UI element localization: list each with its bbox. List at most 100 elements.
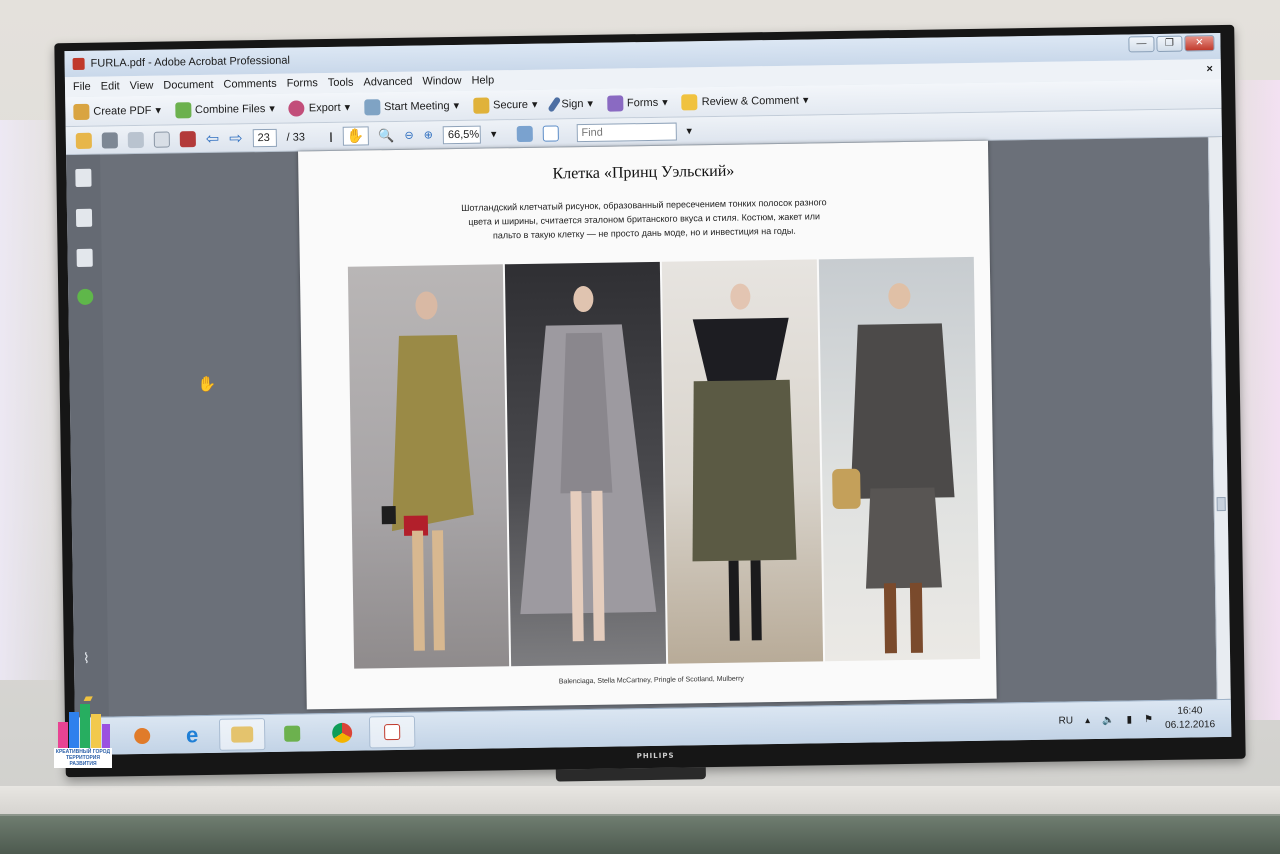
city-buildings-logo-icon — [58, 704, 110, 752]
menu-help[interactable]: Help — [471, 74, 494, 86]
window-controls: — ❐ ✕ — [1128, 35, 1215, 53]
clock[interactable]: 16:40 06.12.2016 — [1165, 704, 1215, 733]
meeting-icon — [364, 98, 381, 115]
zoom-level-input[interactable]: 66,5% — [442, 125, 482, 144]
export-label: Export — [308, 101, 341, 114]
model-figure-3 — [692, 283, 797, 641]
zoom-dropdown-icon[interactable]: ▾ — [491, 127, 497, 140]
acrobat-icon — [72, 57, 85, 71]
menu-document[interactable]: Document — [163, 79, 213, 92]
navigation-panel: ⌇ ▰ — [66, 154, 109, 718]
signatures-icon[interactable] — [76, 248, 93, 267]
taskbar-internet-explorer[interactable]: e — [169, 718, 215, 751]
zoom-tool-icon[interactable]: 🔍 — [378, 127, 394, 143]
combine-files-label: Combine Files — [194, 102, 266, 116]
photo-mulberry — [818, 256, 981, 662]
forms-button[interactable]: Forms ▾ — [606, 94, 668, 112]
print-icon[interactable] — [101, 131, 118, 149]
pages-icon[interactable] — [75, 168, 92, 187]
page-body-text: Шотландский клетчатый рисунок, образован… — [461, 197, 827, 241]
create-pdf-label: Create PDF — [93, 104, 152, 118]
lock-icon — [472, 96, 490, 114]
hand-tool-icon[interactable]: ✋ — [342, 126, 369, 146]
maximize-button[interactable]: ❐ — [1156, 35, 1183, 52]
menu-file[interactable]: File — [73, 81, 91, 93]
fit-width-icon[interactable] — [542, 124, 559, 142]
model-figure-4 — [832, 283, 955, 654]
forms-icon — [606, 94, 624, 112]
taskbar-acrobat[interactable] — [368, 715, 416, 748]
previous-page-icon[interactable]: ⇦ — [206, 128, 220, 148]
photo-stella-mccartney — [504, 261, 667, 667]
select-text-icon[interactable]: I — [329, 128, 333, 144]
photo-balenciaga — [347, 264, 510, 669]
acrobat-taskbar-icon — [384, 723, 401, 740]
language-indicator[interactable]: RU — [1059, 715, 1074, 726]
menu-tools[interactable]: Tools — [328, 77, 354, 89]
document-close-button[interactable]: × — [1206, 63, 1213, 75]
sign-label: Sign — [561, 97, 584, 110]
page-title: Клетка «Принц Уэльский» — [552, 162, 735, 183]
menu-edit[interactable]: Edit — [101, 80, 120, 92]
action-center-flag-icon[interactable]: ⚑ — [1144, 714, 1153, 725]
fit-page-icon[interactable] — [516, 125, 533, 142]
create-pdf-button[interactable]: Create PDF ▾ — [73, 102, 161, 120]
review-comment-label: Review & Comment — [701, 94, 799, 108]
menu-view[interactable]: View — [130, 80, 154, 92]
close-button[interactable]: ✕ — [1184, 35, 1215, 52]
internet-explorer-icon: e — [185, 721, 199, 747]
system-tray: RU ▴ 🔈 ▮ ⚑ 16:40 06.12.2016 — [1058, 704, 1216, 734]
zoom-in-icon[interactable]: ⊕ — [424, 128, 433, 141]
save-icon[interactable] — [127, 131, 144, 148]
camera-icon[interactable] — [179, 130, 196, 147]
menu-forms[interactable]: Forms — [287, 77, 318, 89]
photo-collage — [347, 256, 981, 669]
hand-cursor-icon: ✋ — [197, 375, 217, 394]
review-comment-button[interactable]: Review & Comment ▾ — [681, 92, 809, 110]
tv-brand: PHILIPS — [636, 751, 675, 761]
taskbar-explorer[interactable] — [218, 717, 266, 751]
wall-ledge — [0, 786, 1280, 814]
pen-icon — [547, 95, 562, 113]
taskbar-media-player[interactable] — [119, 719, 165, 752]
green-app-icon — [284, 725, 301, 742]
open-folder-icon[interactable] — [75, 132, 92, 149]
tv-monitor: FURLA.pdf - Adobe Acrobat Professional —… — [54, 24, 1246, 782]
combine-files-icon — [174, 101, 192, 118]
network-icon[interactable]: ▮ — [1126, 714, 1132, 725]
start-meeting-button[interactable]: Start Meeting ▾ — [364, 97, 459, 115]
clock-time: 16:40 — [1177, 705, 1203, 717]
logo-caption: КРЕАТИВНЫЙ ГОРОД ТЕРРИТОРИЯ РАЗВИТИЯ — [54, 748, 112, 768]
creative-city-logo: КРЕАТИВНЫЙ ГОРОД ТЕРРИТОРИЯ РАЗВИТИЯ — [54, 700, 112, 768]
page-number-input[interactable]: 23 — [252, 128, 277, 147]
menu-advanced[interactable]: Advanced — [363, 76, 412, 89]
comment-bubble-icon — [681, 93, 698, 110]
menu-comments[interactable]: Comments — [223, 78, 276, 91]
export-button[interactable]: Export ▾ — [288, 99, 351, 117]
minimize-button[interactable]: — — [1128, 36, 1155, 53]
zoom-out-icon[interactable]: ⊖ — [404, 129, 413, 142]
secure-label: Secure — [492, 98, 529, 111]
window-title: FURLA.pdf - Adobe Acrobat Professional — [90, 54, 291, 70]
bookmarks-icon[interactable] — [75, 208, 93, 227]
find-dropdown-icon[interactable]: ▾ — [686, 124, 692, 137]
taskbar-app-green[interactable] — [269, 717, 315, 750]
email-icon[interactable] — [153, 131, 170, 148]
help-icon[interactable] — [77, 288, 94, 305]
clock-date: 06.12.2016 — [1165, 719, 1216, 731]
menu-window[interactable]: Window — [422, 75, 461, 88]
next-page-icon[interactable]: ⇨ — [229, 128, 243, 148]
find-input[interactable]: Find — [576, 122, 677, 142]
vertical-scrollbar[interactable] — [1207, 136, 1231, 700]
scrollbar-thumb[interactable] — [1216, 496, 1226, 512]
volume-icon[interactable]: 🔈 — [1102, 714, 1115, 725]
show-hidden-icons-icon[interactable]: ▴ — [1085, 715, 1090, 726]
photo-pringle-of-scotland — [661, 259, 824, 664]
sign-button[interactable]: Sign ▾ — [547, 95, 593, 113]
export-icon — [288, 99, 305, 117]
combine-files-button[interactable]: Combine Files ▾ — [174, 100, 275, 118]
media-player-icon — [134, 727, 151, 744]
attachments-icon[interactable]: ⌇ — [83, 650, 93, 667]
taskbar-chrome[interactable] — [319, 716, 365, 749]
secure-button[interactable]: Secure ▾ — [472, 96, 538, 114]
